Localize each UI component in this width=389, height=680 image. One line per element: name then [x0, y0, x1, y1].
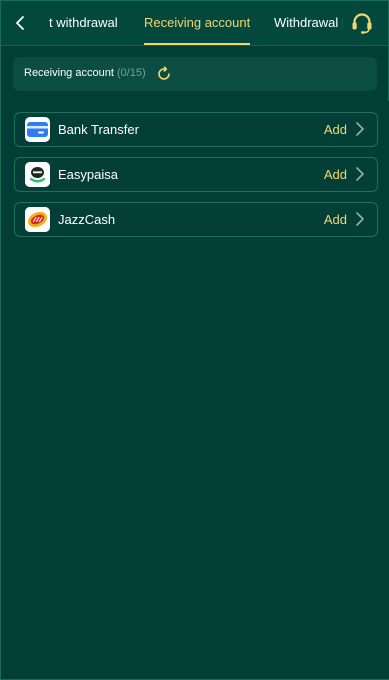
tab-label: Withdrawal Records: [274, 15, 343, 30]
add-jazzcash-button[interactable]: Add: [324, 212, 347, 227]
chevron-right-icon: [356, 167, 364, 181]
top-nav: t withdrawal Receiving account Withdrawa…: [1, 1, 388, 46]
refresh-icon[interactable]: [156, 66, 172, 82]
receiving-account-label: Receiving account (0/15): [24, 67, 146, 79]
add-bank-transfer-button[interactable]: Add: [324, 122, 347, 137]
receiving-account-title: Receiving account: [24, 67, 114, 79]
tab-receiving-account[interactable]: Receiving account: [144, 1, 251, 45]
receiving-account-count: (0/15): [116, 67, 146, 79]
headset-icon: [352, 13, 372, 34]
method-easypaisa[interactable]: Easypaisa Add: [14, 157, 378, 192]
add-easypaisa-button[interactable]: Add: [324, 167, 347, 182]
method-name: JazzCash: [58, 212, 116, 227]
payment-methods-list: Bank Transfer Add Easypaisa Add JazzCash…: [2, 101, 389, 679]
method-bank-transfer[interactable]: Bank Transfer Add: [14, 112, 378, 147]
tab-withdrawal[interactable]: t withdrawal: [49, 1, 118, 45]
easypaisa-logo: [25, 162, 50, 187]
active-tab-indicator: [144, 43, 251, 45]
chevron-left-icon: [16, 16, 24, 30]
tab-label: t withdrawal: [49, 15, 118, 30]
jazzcash-logo: [25, 207, 50, 232]
bank-card-icon: [25, 117, 50, 142]
back-button[interactable]: [10, 13, 30, 33]
tab-withdrawal-records[interactable]: Withdrawal Records: [274, 1, 343, 45]
chevron-right-icon: [356, 122, 364, 136]
app-frame: t withdrawal Receiving account Withdrawa…: [0, 0, 389, 680]
method-jazzcash[interactable]: JazzCash Add: [14, 202, 378, 237]
tab-label: Receiving account: [144, 15, 251, 30]
method-name: Easypaisa: [58, 167, 118, 182]
tab-bar: t withdrawal Receiving account Withdrawa…: [49, 1, 349, 45]
method-name: Bank Transfer: [58, 122, 139, 137]
chevron-right-icon: [356, 212, 364, 226]
customer-support-button[interactable]: [350, 11, 374, 35]
receiving-account-summary: Receiving account (0/15): [13, 57, 377, 91]
